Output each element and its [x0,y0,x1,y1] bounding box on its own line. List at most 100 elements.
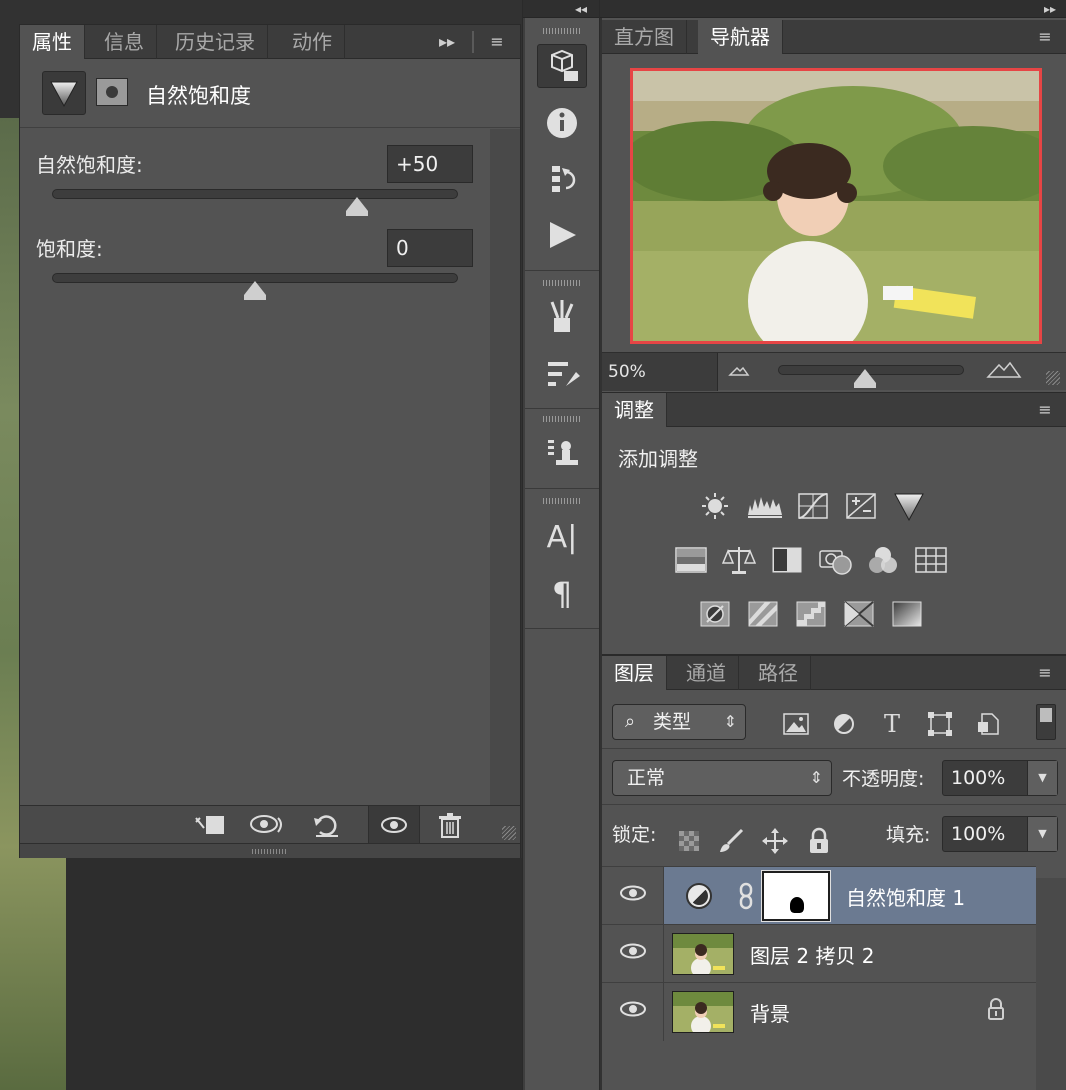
panel-menu-icon[interactable]: ≡ [482,33,512,51]
vibrance-slider-thumb[interactable] [346,197,368,216]
gradient-map-icon[interactable] [890,599,924,629]
filter-pixel-icon[interactable] [780,710,812,738]
tab-channels[interactable]: 通道 [674,656,739,690]
tab-layers[interactable]: 图层 [602,656,667,690]
tab-divider [472,31,474,53]
tab-adjustments[interactable]: 调整 [602,393,667,427]
layer-row[interactable]: 图层 2 拷贝 2 [602,924,1036,983]
trash-icon[interactable] [430,810,470,840]
layer-row[interactable]: 背景 [602,982,1036,1041]
reset-icon[interactable] [306,810,346,840]
zoom-out-icon[interactable] [728,363,750,381]
panel-menu-icon[interactable]: ≡ [1030,401,1060,419]
layer-row[interactable]: 自然饱和度 1 [602,866,1036,925]
clip-to-layer-icon[interactable] [190,810,230,840]
mask-link-chain-icon[interactable] [736,881,756,917]
layer-body[interactable]: 图层 2 拷贝 2 [664,925,1036,983]
paragraph-panel-icon[interactable]: ¶ [537,572,587,616]
character-panel-icon[interactable]: A| [537,516,587,560]
black-white-icon[interactable] [770,545,804,575]
navigator-preview[interactable] [630,68,1042,344]
tab-actions[interactable]: 动作 [280,25,345,59]
vibrance-adjustment-icon[interactable] [42,71,86,115]
tab-paths[interactable]: 路径 [746,656,811,690]
color-balance-icon[interactable] [721,545,757,575]
filter-adjustment-icon[interactable] [828,710,860,738]
blend-mode-select[interactable]: 正常 ⇕ [612,760,832,796]
clone-source-icon[interactable] [537,432,587,476]
dock-grip[interactable] [543,28,581,34]
tab-properties[interactable]: 属性 [20,25,85,59]
selective-color-icon[interactable] [842,599,876,629]
layer-filter-select[interactable]: 类型 ⌕ ⇕ [612,704,746,740]
fill-dropdown-icon[interactable]: ▼ [1027,817,1057,851]
opacity-dropdown-icon[interactable]: ▼ [1027,761,1057,795]
brightness-contrast-icon[interactable] [698,491,732,521]
vibrance-icon[interactable] [892,491,926,522]
photo-filter-icon[interactable] [818,545,852,575]
filter-shape-icon[interactable] [924,710,956,738]
tab-info[interactable]: 信息 [92,25,157,59]
properties-scrollbar[interactable] [490,129,520,805]
zoom-slider-thumb[interactable] [854,369,876,388]
panel-bottom-grip[interactable] [20,843,520,858]
collapse-dock-icon[interactable]: ◂◂ [575,0,587,18]
resize-grip[interactable] [1046,371,1060,385]
layer-mask-thumbnail[interactable] [761,870,831,922]
threshold-icon[interactable] [794,599,828,629]
layer-visibility-eye-icon[interactable] [602,925,664,983]
color-lookup-icon[interactable] [914,545,948,575]
levels-icon[interactable] [746,491,784,521]
layer-name: 自然饱和度 1 [846,886,966,910]
adjustments-tabbar: 调整 ≡ [602,393,1066,427]
brushes-panel-icon[interactable] [537,296,587,340]
opacity-input[interactable]: 100% ▼ [942,760,1058,796]
layer-body[interactable]: 自然饱和度 1 [664,867,1036,925]
info-panel-icon[interactable] [537,102,587,146]
zoom-level-input[interactable]: 50% [602,353,718,391]
lock-all-icon[interactable] [804,826,834,856]
filter-toggle-switch[interactable] [1036,704,1056,740]
saturation-label: 饱和度: [36,237,103,261]
view-previous-state-icon[interactable] [248,810,288,840]
panel-menu-icon[interactable]: ≡ [1030,28,1060,46]
lock-image-pixels-icon[interactable] [716,826,746,856]
layer-body[interactable]: 背景 [664,983,1036,1041]
fill-input[interactable]: 100% ▼ [942,816,1058,852]
actions-panel-icon[interactable] [537,214,587,258]
zoom-in-icon[interactable] [986,359,1022,383]
layers-scrollbar[interactable] [1036,878,1066,1090]
filter-type-icon[interactable]: T [876,710,908,738]
saturation-slider-thumb[interactable] [244,281,266,300]
lock-transparent-pixels-icon[interactable] [674,826,704,856]
channel-mixer-icon[interactable] [866,545,900,575]
vibrance-value-input[interactable]: +50 [387,145,473,183]
layer-visibility-eye-icon[interactable] [602,983,664,1041]
tab-navigator[interactable]: 导航器 [698,20,783,54]
dock-header: ◂◂ [523,0,599,18]
filter-smart-object-icon[interactable] [972,710,1004,738]
visibility-eye-icon[interactable] [368,806,420,844]
dock-grip[interactable] [543,280,581,286]
hue-saturation-icon[interactable] [674,545,708,575]
exposure-icon[interactable] [844,491,878,521]
history-panel-icon[interactable] [537,158,587,202]
invert-icon[interactable] [698,599,732,629]
brush-presets-icon[interactable] [537,352,587,396]
saturation-value-input[interactable]: 0 [387,229,473,267]
collapse-right-dock-icon[interactable]: ▸▸ [1044,0,1056,18]
posterize-icon[interactable] [746,599,780,629]
resize-grip[interactable] [502,826,516,840]
expand-arrows-icon[interactable]: ▸▸ [432,33,462,51]
layer-visibility-eye-icon[interactable] [602,867,664,925]
dock-grip[interactable] [543,498,581,504]
lock-position-icon[interactable] [760,826,790,856]
tab-history[interactable]: 历史记录 [163,25,268,59]
tab-histogram[interactable]: 直方图 [602,20,687,54]
vibrance-slider-track[interactable] [52,189,458,199]
layer-mask-icon[interactable] [96,78,128,106]
properties-panel-icon[interactable] [537,44,587,88]
dock-grip[interactable] [543,416,581,422]
curves-icon[interactable] [796,491,830,521]
panel-menu-icon[interactable]: ≡ [1030,664,1060,682]
